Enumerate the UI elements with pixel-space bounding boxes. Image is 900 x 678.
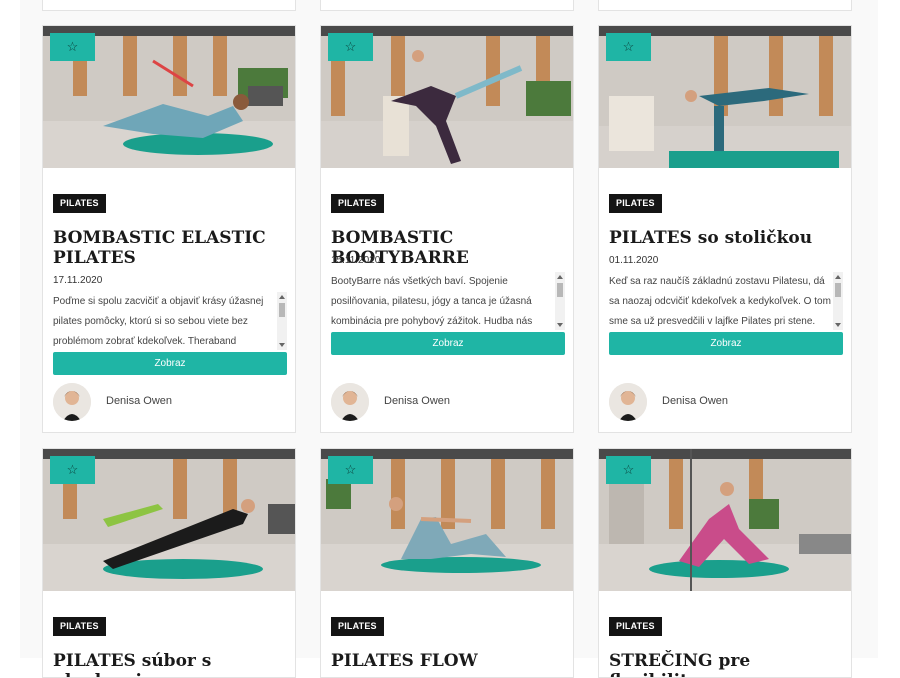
show-button[interactable]: Zobraz xyxy=(53,352,287,375)
card-title[interactable]: PILATES so stoličkou xyxy=(609,228,844,248)
card-excerpt: BootyBarre nás všetkých baví. Spojenie p… xyxy=(331,276,533,327)
video-card[interactable]: ☆ PILATES BOMBASTIC ELASTIC PILATES 17.1… xyxy=(42,25,296,433)
favorite-star-icon[interactable]: ☆ xyxy=(50,456,95,484)
video-thumbnail[interactable]: ☆ xyxy=(599,26,851,168)
author-name[interactable]: Denisa Owen xyxy=(106,395,172,407)
card-date: 01.11.2020 xyxy=(609,255,659,266)
card-title[interactable]: STREČING pre flexibilitu a xyxy=(609,651,844,677)
category-badge[interactable]: PILATES xyxy=(53,617,106,636)
card-stub xyxy=(598,0,852,11)
excerpt-scrollbar[interactable] xyxy=(277,292,287,350)
excerpt-box[interactable]: Keď sa raz naučíš základnú zostavu Pilat… xyxy=(609,272,843,330)
favorite-star-icon[interactable]: ☆ xyxy=(328,33,373,61)
author-row[interactable]: Denisa Owen xyxy=(331,383,565,423)
card-date: 15.11.2020 xyxy=(331,255,381,266)
video-thumbnail[interactable]: ☆ xyxy=(321,26,573,168)
scroll-up-icon[interactable] xyxy=(557,275,563,279)
author-row[interactable]: Denisa Owen xyxy=(609,383,843,423)
card-stub xyxy=(320,0,574,11)
author-name[interactable]: Denisa Owen xyxy=(384,395,450,407)
scroll-thumb[interactable] xyxy=(835,283,841,297)
author-row[interactable]: Denisa Owen xyxy=(53,383,287,423)
card-title[interactable]: PILATES súbor s plankami xyxy=(53,651,288,677)
category-badge[interactable]: PILATES xyxy=(53,194,106,213)
author-name[interactable]: Denisa Owen xyxy=(662,395,728,407)
card-date: 17.11.2020 xyxy=(53,275,103,286)
scroll-up-icon[interactable] xyxy=(835,275,841,279)
show-button[interactable]: Zobraz xyxy=(609,332,843,355)
category-badge[interactable]: PILATES xyxy=(609,194,662,213)
video-card[interactable]: ☆ PILATES PILATES FLOW xyxy=(320,448,574,678)
video-card[interactable]: ☆ PILATES PILATES súbor s plankami xyxy=(42,448,296,678)
category-badge[interactable]: PILATES xyxy=(331,617,384,636)
card-excerpt: Keď sa raz naučíš základnú zostavu Pilat… xyxy=(609,276,831,327)
scroll-thumb[interactable] xyxy=(279,303,285,317)
card-title[interactable]: PILATES FLOW xyxy=(331,651,566,671)
scroll-down-icon[interactable] xyxy=(557,323,563,327)
author-avatar[interactable] xyxy=(609,383,647,421)
scroll-down-icon[interactable] xyxy=(835,323,841,327)
video-thumbnail[interactable]: ☆ xyxy=(599,449,851,591)
video-card[interactable]: ☆ PILATES BOMBASTIC BOOTYBARRE 15.11.202… xyxy=(320,25,574,433)
card-stub xyxy=(42,0,296,11)
category-badge[interactable]: PILATES xyxy=(609,617,662,636)
excerpt-scrollbar[interactable] xyxy=(833,272,843,330)
show-button[interactable]: Zobraz xyxy=(331,332,565,355)
scroll-down-icon[interactable] xyxy=(279,343,285,347)
excerpt-box[interactable]: BootyBarre nás všetkých baví. Spojenie p… xyxy=(331,272,565,330)
card-excerpt: Poďme si spolu zacvičiť a objaviť krásy … xyxy=(53,296,264,347)
author-avatar[interactable] xyxy=(53,383,91,421)
favorite-star-icon[interactable]: ☆ xyxy=(606,456,651,484)
excerpt-scrollbar[interactable] xyxy=(555,272,565,330)
scroll-thumb[interactable] xyxy=(557,283,563,297)
author-avatar[interactable] xyxy=(331,383,369,421)
video-thumbnail[interactable]: ☆ xyxy=(43,26,295,168)
favorite-star-icon[interactable]: ☆ xyxy=(606,33,651,61)
video-card[interactable]: ☆ PILATES PILATES so stoličkou 01.11.202… xyxy=(598,25,852,433)
favorite-star-icon[interactable]: ☆ xyxy=(328,456,373,484)
video-thumbnail[interactable]: ☆ xyxy=(43,449,295,591)
favorite-star-icon[interactable]: ☆ xyxy=(50,33,95,61)
card-title[interactable]: BOMBASTIC ELASTIC PILATES xyxy=(53,228,288,268)
video-thumbnail[interactable]: ☆ xyxy=(321,449,573,591)
excerpt-box[interactable]: Poďme si spolu zacvičiť a objaviť krásy … xyxy=(53,292,287,350)
category-badge[interactable]: PILATES xyxy=(331,194,384,213)
scroll-up-icon[interactable] xyxy=(279,295,285,299)
video-card[interactable]: ☆ PILATES STREČING pre flexibilitu a xyxy=(598,448,852,678)
